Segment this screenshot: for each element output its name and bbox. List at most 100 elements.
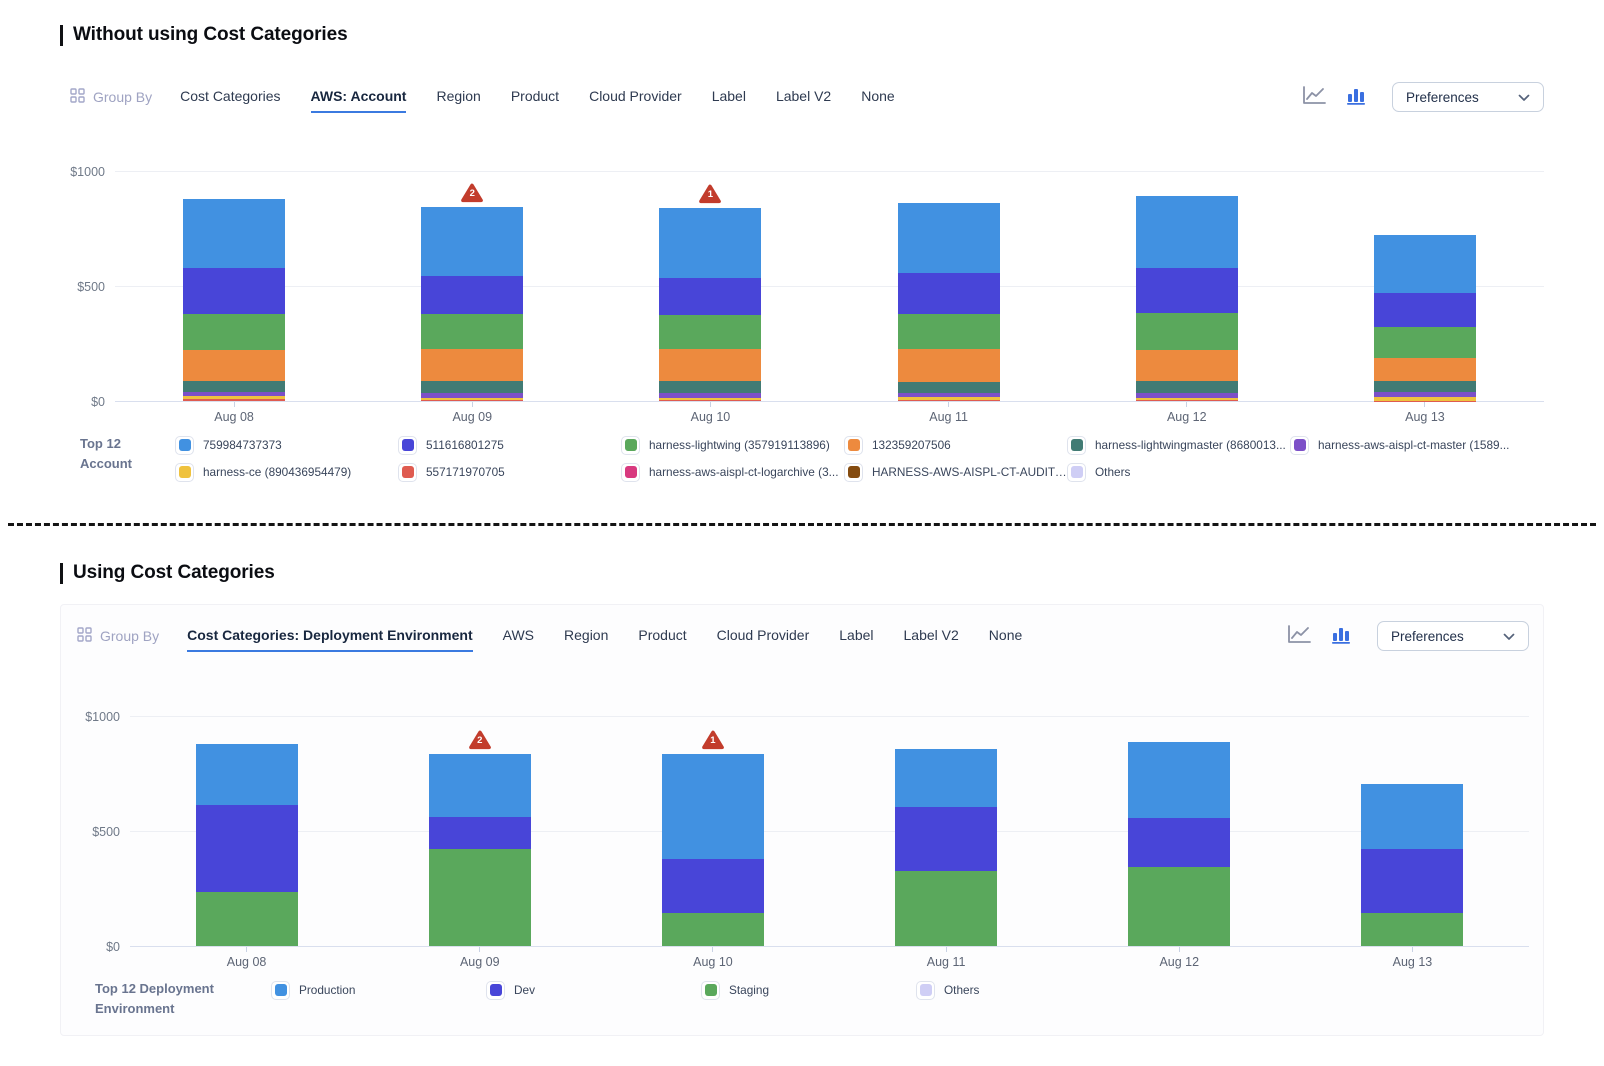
line-chart-view-button[interactable] (1300, 84, 1328, 110)
bar-segment[interactable] (183, 350, 285, 381)
tab-label[interactable]: Label (839, 621, 873, 652)
bar-chart-view-button[interactable] (1344, 84, 1368, 110)
bar-segment[interactable] (895, 749, 997, 807)
anomaly-badge[interactable]: 2 (468, 730, 491, 750)
tab-cloud-provider[interactable]: Cloud Provider (717, 621, 810, 652)
tab-label[interactable]: Label (712, 82, 746, 113)
bar-segment[interactable] (1374, 358, 1476, 382)
bar-segment[interactable] (421, 207, 523, 276)
stacked-bar-aug-09[interactable] (421, 207, 523, 401)
legend-item[interactable]: Dev (486, 981, 701, 1000)
stacked-bar-aug-08[interactable] (183, 199, 285, 401)
stacked-bar-aug-09[interactable] (429, 754, 531, 946)
bar-segment[interactable] (895, 871, 997, 946)
bar-segment[interactable] (1374, 327, 1476, 358)
bar-segment[interactable] (1374, 235, 1476, 294)
bar-segment[interactable] (1136, 400, 1238, 401)
legend-item[interactable]: Others (916, 981, 1131, 1000)
bar-segment[interactable] (196, 892, 298, 946)
bar-segment[interactable] (1136, 268, 1238, 313)
stacked-bar-aug-13[interactable] (1361, 784, 1463, 946)
bar-segment[interactable] (421, 381, 523, 393)
bar-segment[interactable] (898, 314, 1000, 350)
legend-item[interactable]: harness-aws-aispl-ct-master (1589... (1290, 436, 1513, 455)
stacked-bar-aug-13[interactable] (1374, 235, 1476, 401)
bar-segment[interactable] (183, 199, 285, 268)
bar-segment[interactable] (183, 399, 285, 401)
bar-segment[interactable] (1374, 381, 1476, 391)
bar-segment[interactable] (429, 754, 531, 817)
bar-segment[interactable] (659, 349, 761, 381)
tab-label-v2[interactable]: Label V2 (904, 621, 959, 652)
bar-segment[interactable] (895, 807, 997, 871)
bar-segment[interactable] (1128, 818, 1230, 866)
tab-none[interactable]: None (861, 82, 894, 113)
preferences-dropdown[interactable]: Preferences (1392, 82, 1544, 112)
bar-segment[interactable] (421, 276, 523, 314)
bar-segment[interactable] (1128, 867, 1230, 946)
legend-item[interactable]: HARNESS-AWS-AISPL-CT-AUDIT (... (844, 463, 1067, 482)
legend-item[interactable]: Production (271, 981, 486, 1000)
tab-cost-categories[interactable]: Cost Categories (180, 82, 280, 113)
legend-item[interactable]: harness-aws-aispl-ct-logarchive (3... (621, 463, 844, 482)
bar-segment[interactable] (421, 314, 523, 350)
tab-cost-categories-deployment-environment[interactable]: Cost Categories: Deployment Environment (187, 621, 473, 652)
stacked-bar-aug-10[interactable] (659, 208, 761, 401)
legend-item[interactable]: 759984737373 (175, 436, 398, 455)
bar-segment[interactable] (898, 382, 1000, 393)
bar-segment[interactable] (183, 268, 285, 314)
anomaly-badge[interactable]: 2 (461, 183, 484, 203)
bar-segment[interactable] (1128, 742, 1230, 818)
bar-segment[interactable] (421, 349, 523, 381)
legend-item[interactable]: Staging (701, 981, 916, 1000)
stacked-bar-aug-11[interactable] (898, 203, 1000, 401)
bar-segment[interactable] (1361, 784, 1463, 850)
legend-item[interactable]: harness-lightwing (357919113896) (621, 436, 844, 455)
tab-region[interactable]: Region (436, 82, 480, 113)
bar-segment[interactable] (196, 805, 298, 892)
preferences-dropdown[interactable]: Preferences (1377, 621, 1529, 651)
tab-label-v2[interactable]: Label V2 (776, 82, 831, 113)
tab-none[interactable]: None (989, 621, 1022, 652)
bar-segment[interactable] (1361, 913, 1463, 946)
bar-segment[interactable] (183, 314, 285, 350)
bar-segment[interactable] (659, 315, 761, 350)
bar-segment[interactable] (898, 349, 1000, 382)
bar-segment[interactable] (1374, 293, 1476, 327)
legend-item[interactable]: 557171970705 (398, 463, 621, 482)
stacked-bar-aug-12[interactable] (1136, 196, 1238, 401)
bar-segment[interactable] (898, 203, 1000, 273)
bar-segment[interactable] (1136, 196, 1238, 267)
bar-segment[interactable] (1361, 849, 1463, 912)
tab-cloud-provider[interactable]: Cloud Provider (589, 82, 682, 113)
bar-segment[interactable] (662, 754, 764, 859)
bar-segment[interactable] (1136, 381, 1238, 393)
bar-segment[interactable] (898, 273, 1000, 313)
bar-segment[interactable] (1136, 313, 1238, 350)
bar-segment[interactable] (421, 400, 523, 401)
legend-item[interactable]: harness-lightwingmaster (8680013... (1067, 436, 1290, 455)
bar-segment[interactable] (659, 208, 761, 278)
tab-aws-account[interactable]: AWS: Account (311, 82, 407, 113)
tab-region[interactable]: Region (564, 621, 608, 652)
tab-product[interactable]: Product (638, 621, 686, 652)
bar-segment[interactable] (898, 400, 1000, 401)
anomaly-badge[interactable]: 1 (701, 730, 724, 750)
bar-segment[interactable] (196, 744, 298, 805)
anomaly-badge[interactable]: 1 (699, 184, 722, 204)
legend-item[interactable]: Others (1067, 463, 1290, 482)
bar-segment[interactable] (1136, 350, 1238, 381)
bar-segment[interactable] (429, 849, 531, 946)
bar-segment[interactable] (429, 817, 531, 849)
legend-item[interactable]: 511616801275 (398, 436, 621, 455)
legend-item[interactable]: harness-ce (890436954479) (175, 463, 398, 482)
bar-segment[interactable] (659, 381, 761, 393)
tab-aws[interactable]: AWS (503, 621, 534, 652)
legend-item[interactable]: 132359207506 (844, 436, 1067, 455)
bar-chart-view-button[interactable] (1329, 623, 1353, 649)
bar-segment[interactable] (1374, 401, 1476, 402)
line-chart-view-button[interactable] (1285, 623, 1313, 649)
bar-segment[interactable] (183, 381, 285, 393)
bar-segment[interactable] (659, 278, 761, 315)
bar-segment[interactable] (662, 913, 764, 946)
